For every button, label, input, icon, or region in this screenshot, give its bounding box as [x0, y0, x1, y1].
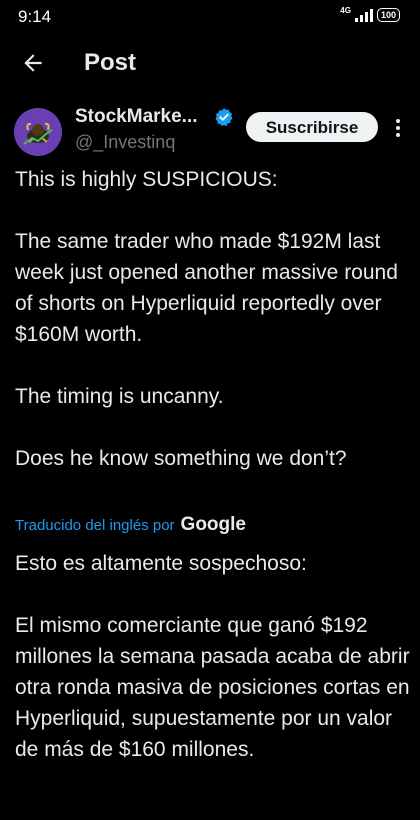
translated-by-label[interactable]: Traducido del inglés por — [15, 517, 175, 534]
subscribe-button[interactable]: Suscribirse — [246, 112, 378, 142]
back-arrow-icon[interactable] — [20, 50, 46, 76]
verified-badge-icon — [215, 108, 233, 127]
more-options-icon[interactable] — [390, 116, 406, 140]
battery-icon: 100 — [376, 8, 400, 22]
translation-attribution[interactable]: Traducido del inglés por Google — [15, 514, 246, 536]
avatar[interactable] — [14, 108, 62, 156]
bull-logo-icon — [14, 108, 62, 156]
author-name[interactable]: StockMarke... — [75, 106, 198, 128]
google-logo: Google — [180, 514, 246, 535]
status-bar: 9:14 4G 100 — [0, 0, 420, 34]
top-bar: Post — [0, 34, 420, 94]
author-handle[interactable]: @_Investinq — [75, 132, 175, 153]
post-paragraph: The same trader who made $192M last week… — [15, 230, 398, 346]
signal-icon — [354, 8, 373, 22]
translated-paragraph: Esto es altamente sospechoso: — [15, 552, 307, 575]
post-paragraph: This is highly SUSPICIOUS: — [15, 168, 278, 191]
post-paragraph: The timing is uncanny. — [15, 385, 224, 408]
post-paragraph: Does he know something we don’t? — [15, 447, 347, 470]
translated-post-body: Esto es altamente sospechoso: El mismo c… — [15, 548, 410, 765]
status-time: 9:14 — [18, 7, 52, 26]
post-body: This is highly SUSPICIOUS: The same trad… — [15, 164, 410, 474]
status-indicators: 4G 100 — [340, 5, 400, 22]
translated-paragraph: El mismo comerciante que ganó $192 millo… — [15, 614, 410, 761]
network-type-label: 4G — [340, 5, 351, 15]
page-title: Post — [84, 49, 137, 76]
